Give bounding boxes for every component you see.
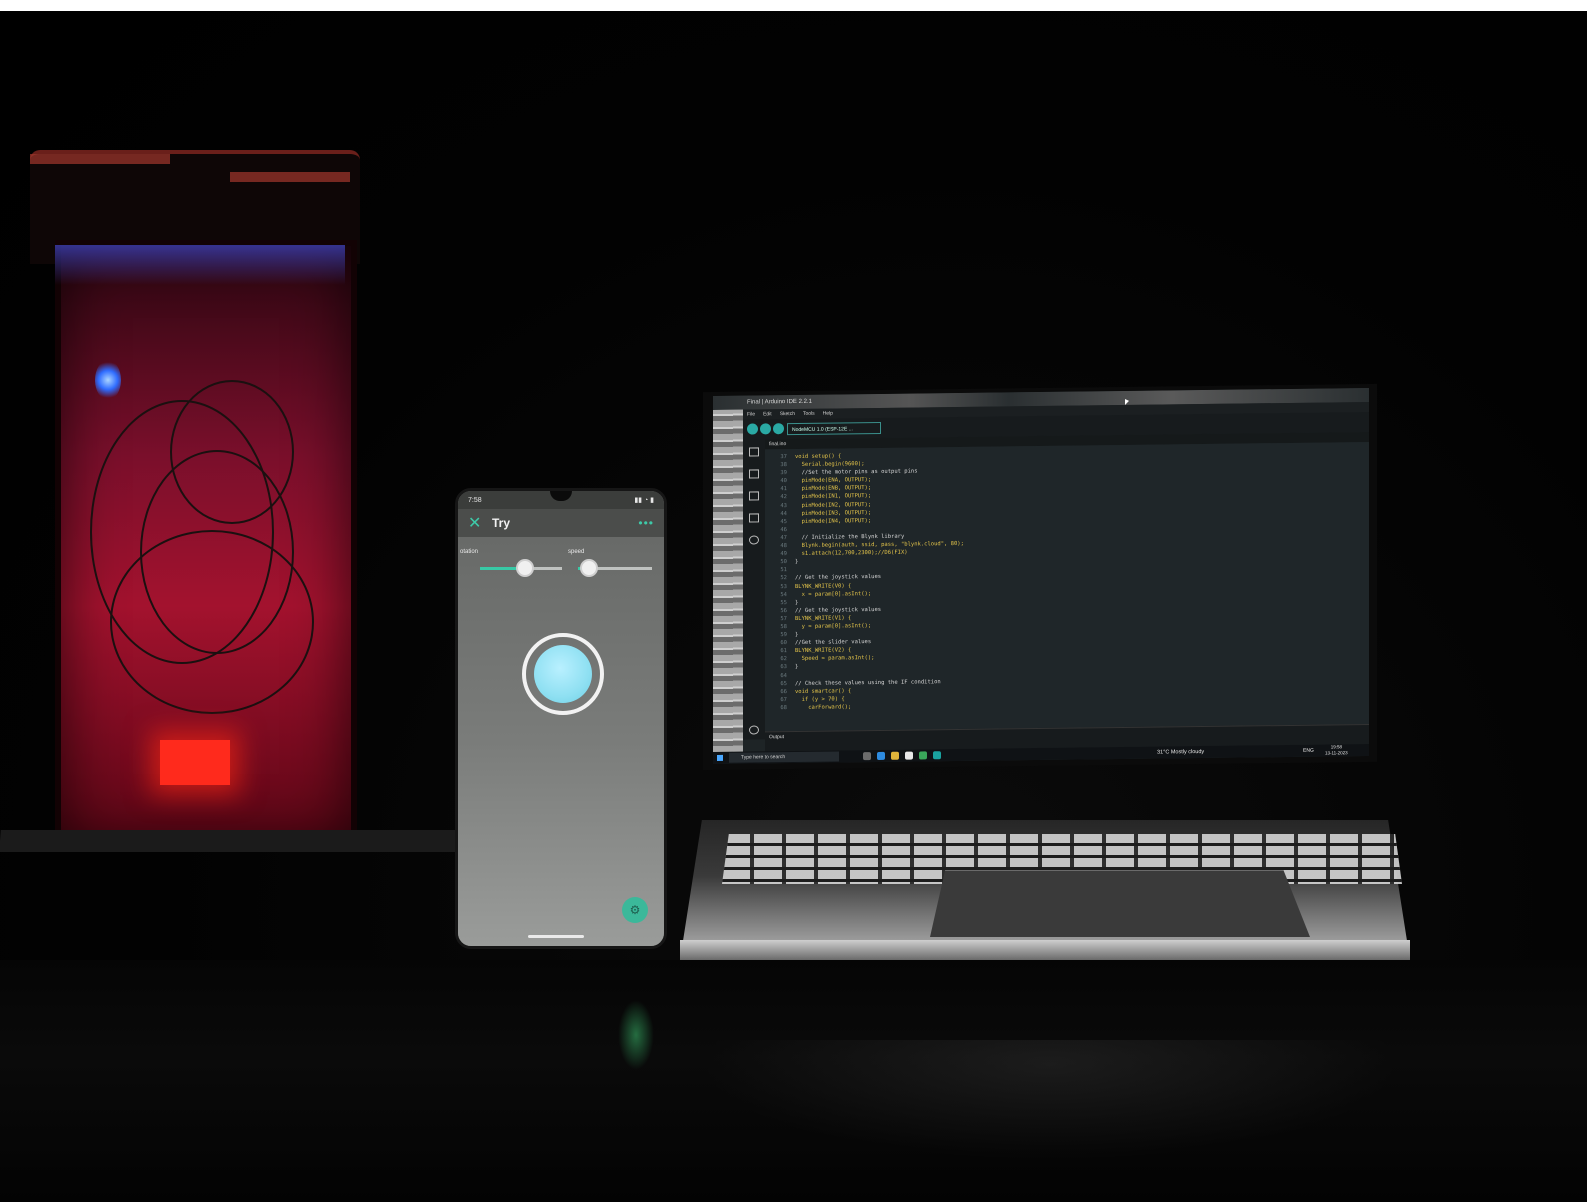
- app-body: otation speed ⚙: [458, 537, 664, 946]
- line-number: 61: [780, 648, 787, 655]
- debug-icon[interactable]: [773, 423, 784, 435]
- robot-car-base-plate: [0, 830, 491, 852]
- laptop-screen-bezel: Final | Arduino IDE 2.2.1 File Edit Sketch…: [703, 383, 1377, 771]
- board-selector[interactable]: NodeMCU 1.0 (ESP-12E ...: [787, 421, 881, 436]
- line-number: 39: [780, 470, 787, 477]
- chrome-icon[interactable]: [919, 751, 927, 760]
- line-number: 37: [780, 454, 787, 461]
- start-icon[interactable]: [717, 754, 723, 761]
- ide-sidebar: [743, 439, 765, 740]
- red-glowing-board: [160, 740, 230, 785]
- edge-icon[interactable]: [877, 751, 885, 760]
- more-icon[interactable]: •••: [638, 516, 654, 530]
- phone-status-icons: ▮▮ ◔ ▮: [634, 497, 654, 504]
- clock-date: 13-11-2023: [1325, 750, 1348, 756]
- debug-sidebar-icon[interactable]: [749, 513, 759, 523]
- line-number: 68: [780, 704, 787, 712]
- line-number: 42: [780, 494, 787, 501]
- line-number: 43: [780, 502, 787, 509]
- line-number: 40: [780, 478, 787, 485]
- menu-item-edit[interactable]: Edit: [763, 411, 772, 417]
- line-number: 46: [780, 526, 787, 534]
- wire: [110, 530, 314, 714]
- slider-right-thumb[interactable]: [580, 559, 599, 577]
- taskbar-search[interactable]: Type here to search: [729, 751, 839, 763]
- line-number: 57: [780, 615, 787, 623]
- line-numbers: 37 38 39 40 41 42 43 44 45 46 47 48 49 50 51 52 53 54 55 56…: [765, 453, 787, 712]
- line-number: 38: [780, 462, 787, 469]
- account-icon[interactable]: [749, 725, 759, 735]
- line-number: 44: [780, 510, 787, 517]
- line-number: 45: [780, 518, 787, 525]
- line-number: 66: [780, 688, 787, 695]
- verify-icon[interactable]: [747, 423, 758, 435]
- search-icon[interactable]: [749, 535, 759, 545]
- line-number: 51: [780, 567, 787, 574]
- folder-icon[interactable]: [749, 447, 759, 457]
- line-number: 50: [780, 559, 787, 566]
- laptop-screen: Final | Arduino IDE 2.2.1 File Edit Sketch…: [713, 387, 1369, 764]
- line-number: 65: [780, 680, 787, 687]
- task-view-icon[interactable]: [863, 752, 871, 761]
- code-editor[interactable]: 37 38 39 40 41 42 43 44 45 46 47 48 49 50 51 52 53 54 55 56…: [765, 441, 1369, 732]
- wire: [170, 380, 294, 524]
- app-header: ✕ Try •••: [458, 509, 664, 537]
- slider-left-label: otation: [460, 549, 479, 555]
- robot-car-blue-glow: [55, 245, 345, 285]
- line-number: 63: [780, 664, 787, 671]
- line-number: 47: [780, 535, 787, 542]
- joystick-icon[interactable]: [522, 633, 604, 715]
- app-title: Try: [492, 516, 511, 530]
- line-number: 67: [780, 696, 787, 703]
- robot-car-rail: [30, 154, 170, 164]
- line-number: 49: [780, 551, 787, 558]
- menu-item-sketch[interactable]: Sketch: [780, 411, 795, 417]
- blue-led: [95, 360, 121, 400]
- menu-item-tools[interactable]: Tools: [803, 411, 815, 417]
- line-number: 58: [780, 624, 787, 631]
- taskbar-apps: [863, 751, 941, 761]
- store-icon[interactable]: [905, 751, 913, 760]
- upload-icon[interactable]: [760, 423, 771, 435]
- line-number: 54: [780, 591, 787, 598]
- smartphone: 7:58 ▮▮ ◔ ▮ ✕ Try ••• otation speed ⚙: [455, 488, 667, 949]
- laptop-light-reflection: [700, 1040, 1400, 1160]
- line-number: 62: [780, 656, 787, 663]
- close-icon[interactable]: ✕: [468, 513, 486, 533]
- file-explorer-icon[interactable]: [891, 751, 899, 760]
- joystick-knob[interactable]: [534, 645, 592, 703]
- top-border: [0, 0, 1587, 11]
- line-number: 56: [780, 607, 787, 614]
- taskbar-clock[interactable]: 19:58 13-11-2023: [1325, 744, 1348, 756]
- touchpad: [930, 870, 1310, 937]
- code-text[interactable]: void setup() { Serial.begin(9600); //Set…: [795, 451, 964, 712]
- robot-car: [0, 150, 491, 852]
- desktop-wallpaper-strip: [713, 409, 743, 752]
- output-label: Output: [769, 734, 785, 741]
- line-number: 52: [780, 575, 787, 582]
- line-number: 60: [780, 640, 787, 647]
- slider-left-thumb[interactable]: [516, 559, 535, 577]
- arduino-icon[interactable]: [933, 751, 941, 760]
- line-number: 41: [780, 486, 787, 493]
- taskbar-language[interactable]: ENG: [1303, 745, 1314, 757]
- laptop-front-edge: [680, 940, 1410, 960]
- slider-right-label: speed: [568, 549, 585, 555]
- wrench-icon[interactable]: ⚙: [622, 897, 648, 923]
- code-line: carForward();: [795, 704, 852, 711]
- line-number: 59: [780, 632, 787, 639]
- taskbar-weather[interactable]: 31°C Mostly cloudy: [1157, 746, 1204, 759]
- line-number: 53: [780, 583, 787, 590]
- line-number: 48: [780, 543, 787, 550]
- menu-item-file[interactable]: File: [747, 411, 755, 417]
- phone-status-time: 7:58: [468, 496, 482, 504]
- library-icon[interactable]: [749, 491, 759, 501]
- home-indicator[interactable]: [528, 935, 584, 938]
- phone-light-reflection: [618, 1000, 654, 1070]
- menu-item-help[interactable]: Help: [823, 411, 833, 417]
- line-number: 55: [780, 599, 787, 606]
- line-number: 64: [780, 672, 787, 679]
- board-manager-icon[interactable]: [749, 469, 759, 479]
- robot-car-rail: [230, 172, 350, 182]
